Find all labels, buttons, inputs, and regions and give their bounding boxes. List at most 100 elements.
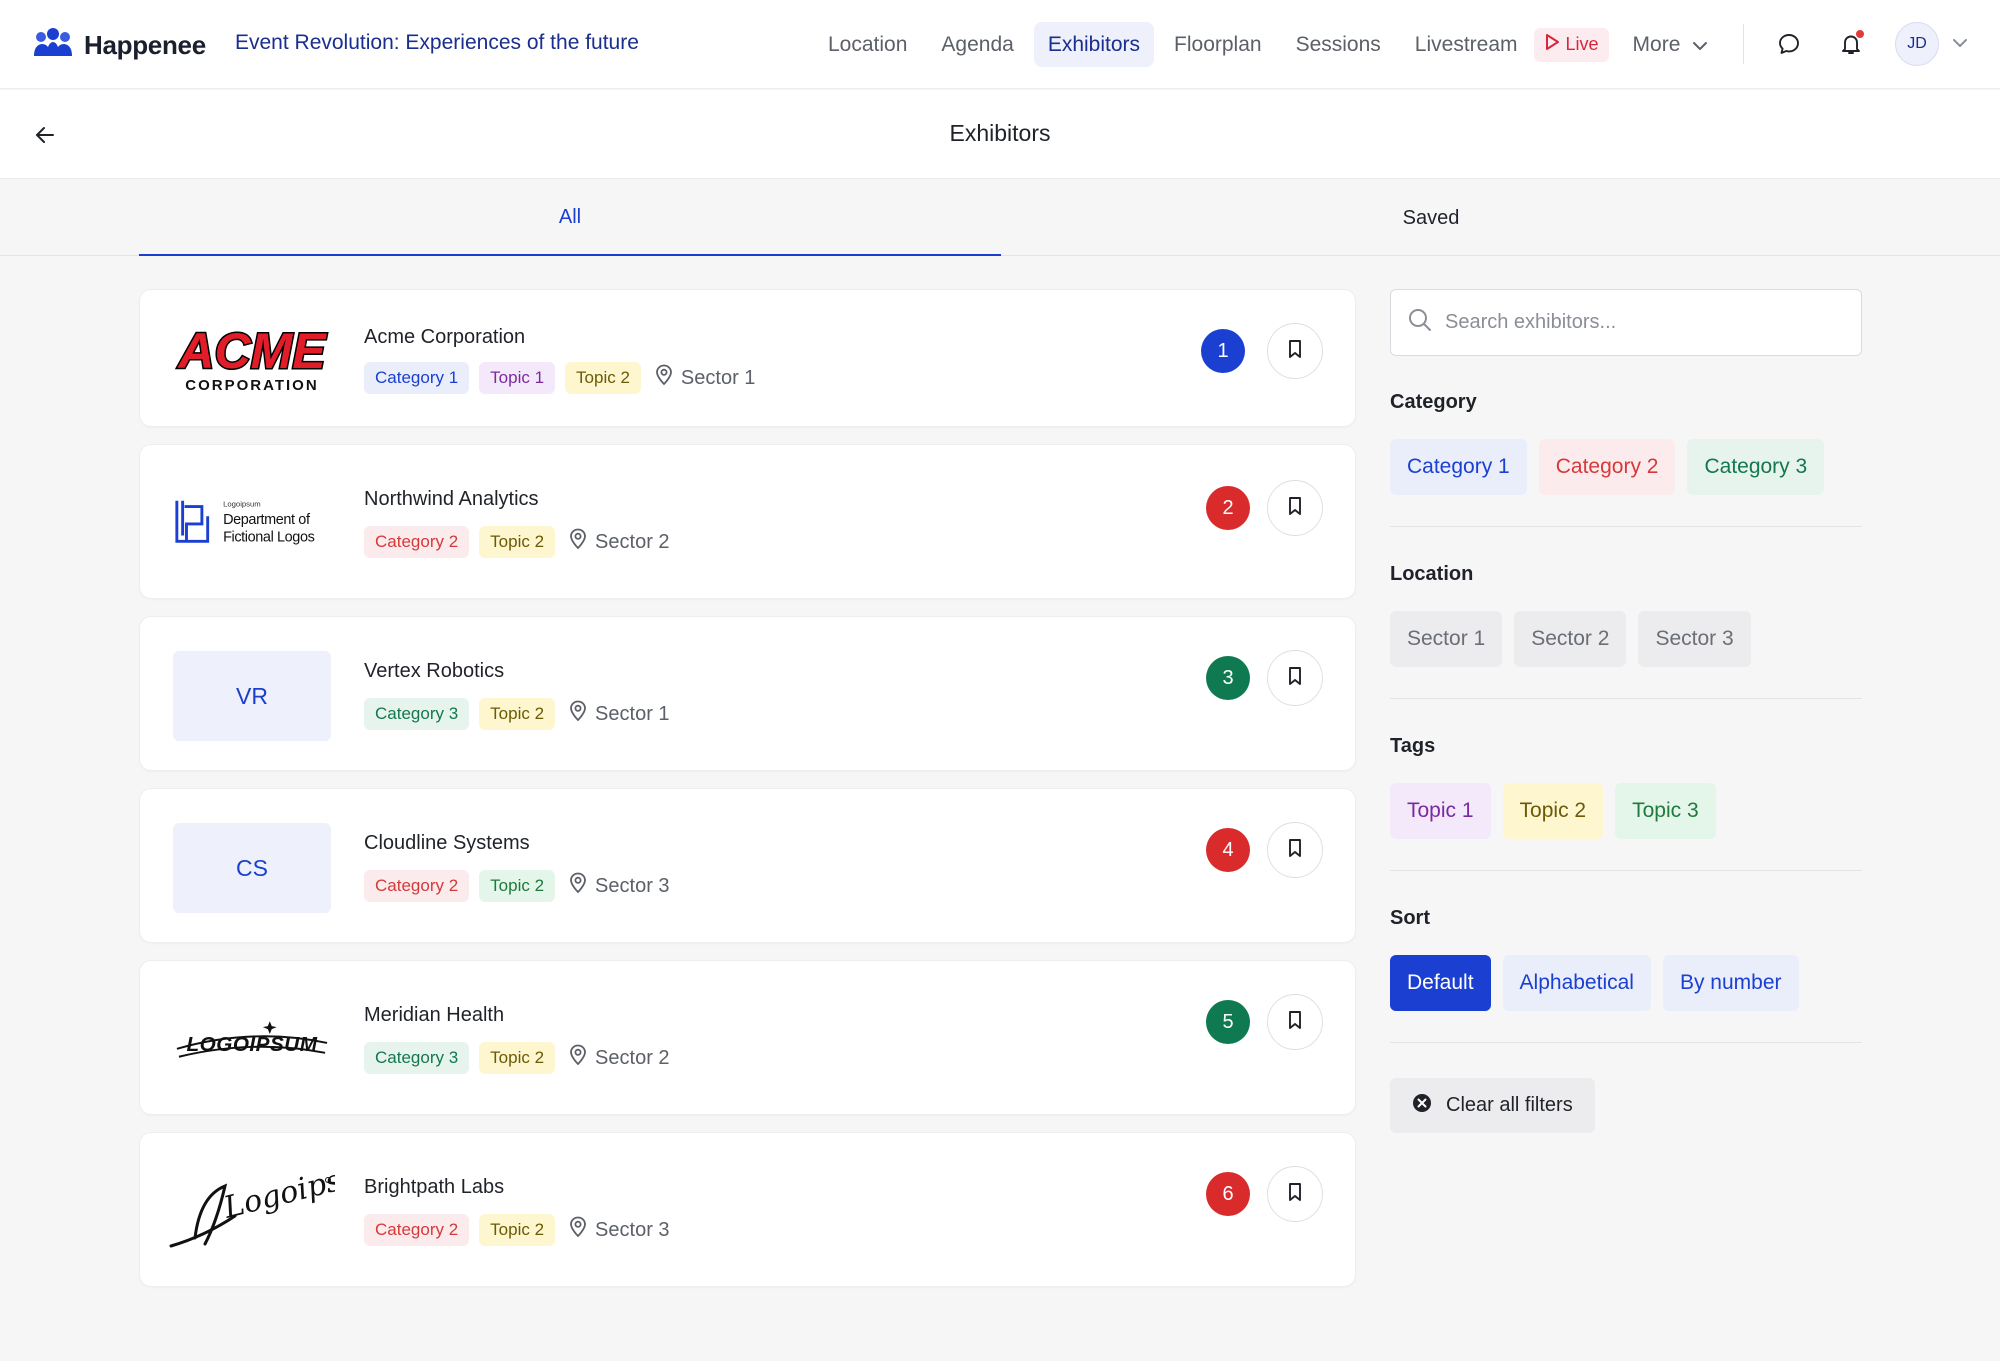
more-label: More (1632, 32, 1681, 56)
more-menu[interactable]: More (1633, 33, 1709, 57)
filter-title-category: Category (1390, 391, 1477, 413)
exhibitor-card[interactable]: Logoipsum Department of Fictional Logos … (139, 444, 1356, 599)
bookmark-icon (1287, 666, 1303, 691)
bookmark-button[interactable] (1267, 650, 1323, 706)
page-header: Exhibitors (0, 90, 2000, 179)
exhibitor-name[interactable]: Acme Corporation (364, 326, 525, 349)
tag-category: Category 2 (364, 870, 470, 902)
tag-topic: Topic 2 (479, 698, 556, 730)
nav-item-agenda[interactable]: Agenda (927, 22, 1027, 67)
header-divider (1743, 24, 1744, 64)
nav-item-location[interactable]: Location (814, 22, 921, 67)
nav-item-floorplan[interactable]: Floorplan (1160, 22, 1276, 67)
exhibitor-tags: Category 2 Topic 2 Sector 3 (364, 1214, 670, 1246)
clear-all-filters-label: Clear all filters (1446, 1094, 1573, 1116)
tab-all[interactable]: All (139, 180, 1001, 256)
exhibitor-logo-initials: CS (173, 823, 331, 913)
sector-label: Sector 3 (595, 1218, 670, 1241)
exhibitor-sector: Sector 2 (569, 528, 670, 556)
exhibitor-name[interactable]: Cloudline Systems (364, 832, 530, 855)
script-logo-text: Logoipsum (219, 1166, 335, 1226)
filter-title-sort: Sort (1390, 907, 1430, 929)
dept-logo-line1: Department of (223, 512, 311, 528)
exhibitor-card[interactable]: ACME CORPORATION Acme Corporation Catego… (139, 289, 1356, 427)
search-exhibitors-field[interactable] (1390, 289, 1862, 356)
location-pin-icon (569, 1216, 587, 1244)
filter-chip-sector-3[interactable]: Sector 3 (1638, 611, 1751, 667)
tag-category: Category 2 (364, 526, 470, 558)
exhibitor-card[interactable]: CS Cloudline Systems Category 2 Topic 2 … (139, 788, 1356, 943)
exhibitor-name[interactable]: Meridian Health (364, 1004, 504, 1027)
nav-item-exhibitors[interactable]: Exhibitors (1033, 22, 1155, 67)
main-nav: Location Agenda Exhibitors Floorplan Ses… (814, 22, 1708, 67)
filter-chip-sector-1[interactable]: Sector 1 (1390, 611, 1503, 667)
nav-item-sessions[interactable]: Sessions (1282, 22, 1395, 67)
bookmark-icon (1287, 1010, 1303, 1035)
tag-topic: Topic 2 (479, 870, 556, 902)
tags-filter-chips: Topic 1 Topic 2 Topic 3 (1390, 783, 1716, 839)
filter-chip-sector-2[interactable]: Sector 2 (1514, 611, 1627, 667)
bookmark-button[interactable] (1267, 1166, 1323, 1222)
exhibitor-tags: Category 3 Topic 2 Sector 1 (364, 698, 670, 730)
exhibitor-number-badge: 3 (1206, 656, 1250, 700)
user-avatar[interactable]: JD (1895, 22, 1939, 66)
tab-saved[interactable]: Saved (1000, 180, 1862, 256)
filter-title-tags: Tags (1390, 735, 1436, 757)
notifications-bell-icon[interactable] (1835, 28, 1867, 60)
exhibitor-name[interactable]: Brightpath Labs (364, 1176, 504, 1199)
filter-chip-topic-3[interactable]: Topic 3 (1615, 783, 1716, 839)
exhibitor-number-badge: 4 (1206, 828, 1250, 872)
filter-chip-topic-1[interactable]: Topic 1 (1390, 783, 1491, 839)
search-input[interactable] (1445, 311, 1845, 334)
filter-chip-category-3[interactable]: Category 3 (1687, 439, 1825, 495)
chat-icon[interactable] (1773, 28, 1805, 60)
tag-topic: Topic 2 (479, 1214, 556, 1246)
bookmark-icon (1287, 339, 1303, 364)
location-pin-icon (569, 872, 587, 900)
section-divider (1390, 698, 1862, 699)
event-title[interactable]: Event Revolution: Experiences of the fut… (235, 31, 639, 55)
bookmark-button[interactable] (1267, 323, 1323, 379)
exhibitor-logo: Logoipsum (165, 1161, 335, 1261)
exhibitor-card[interactable]: LOGOIPSUM Meridian Health Category 3 Top… (139, 960, 1356, 1115)
bookmark-button[interactable] (1267, 822, 1323, 878)
dept-logo-line2: Fictional Logos (223, 529, 314, 545)
dept-logo-small-text: Logoipsum (223, 500, 261, 509)
filter-chip-topic-2[interactable]: Topic 2 (1502, 783, 1604, 839)
bookmark-button[interactable] (1267, 994, 1323, 1050)
chevron-down-icon[interactable] (1952, 32, 1968, 59)
exhibitor-card[interactable]: Logoipsum Brightpath Labs Category 2 Top… (139, 1132, 1356, 1287)
location-pin-icon (569, 700, 587, 728)
category-filter-chips: Category 1 Category 2 Category 3 (1390, 439, 1825, 495)
exhibitor-logo: ACME CORPORATION (173, 314, 331, 404)
filter-chip-category-2[interactable]: Category 2 (1538, 439, 1676, 495)
exhibitor-number-badge: 6 (1206, 1172, 1250, 1216)
sort-option-by-number[interactable]: By number (1662, 955, 1799, 1011)
sort-option-default[interactable]: Default (1390, 955, 1491, 1011)
tag-category: Category 3 (364, 1042, 470, 1074)
page-title: Exhibitors (949, 120, 1051, 146)
sector-label: Sector 1 (595, 702, 670, 725)
sector-label: Sector 3 (595, 874, 670, 897)
filter-chip-category-1[interactable]: Category 1 (1390, 439, 1527, 495)
tab-bar: All Saved (0, 180, 2000, 256)
tag-topic: Topic 2 (479, 1042, 556, 1074)
tag-category: Category 3 (364, 698, 470, 730)
sort-options: Default Alphabetical By number (1390, 955, 1799, 1011)
exhibitor-name[interactable]: Northwind Analytics (364, 488, 539, 511)
tag-category: Category 2 (364, 1214, 470, 1246)
exhibitor-name[interactable]: Vertex Robotics (364, 660, 504, 683)
sort-option-alphabetical[interactable]: Alphabetical (1502, 955, 1651, 1011)
section-divider (1390, 870, 1862, 871)
live-badge[interactable]: Live (1533, 27, 1609, 62)
acme-logo-text: ACME (176, 324, 327, 379)
nav-item-livestream[interactable]: Livestream (1401, 22, 1532, 67)
bookmark-icon (1287, 496, 1303, 521)
clear-all-filters-button[interactable]: Clear all filters (1390, 1078, 1595, 1133)
exhibitor-card[interactable]: VR Vertex Robotics Category 3 Topic 2 Se… (139, 616, 1356, 771)
bookmark-button[interactable] (1267, 480, 1323, 536)
location-pin-icon (655, 364, 673, 392)
tag-category: Category 1 (364, 362, 470, 394)
brand[interactable]: Happenee (32, 26, 206, 65)
sector-label: Sector 2 (595, 1046, 670, 1069)
